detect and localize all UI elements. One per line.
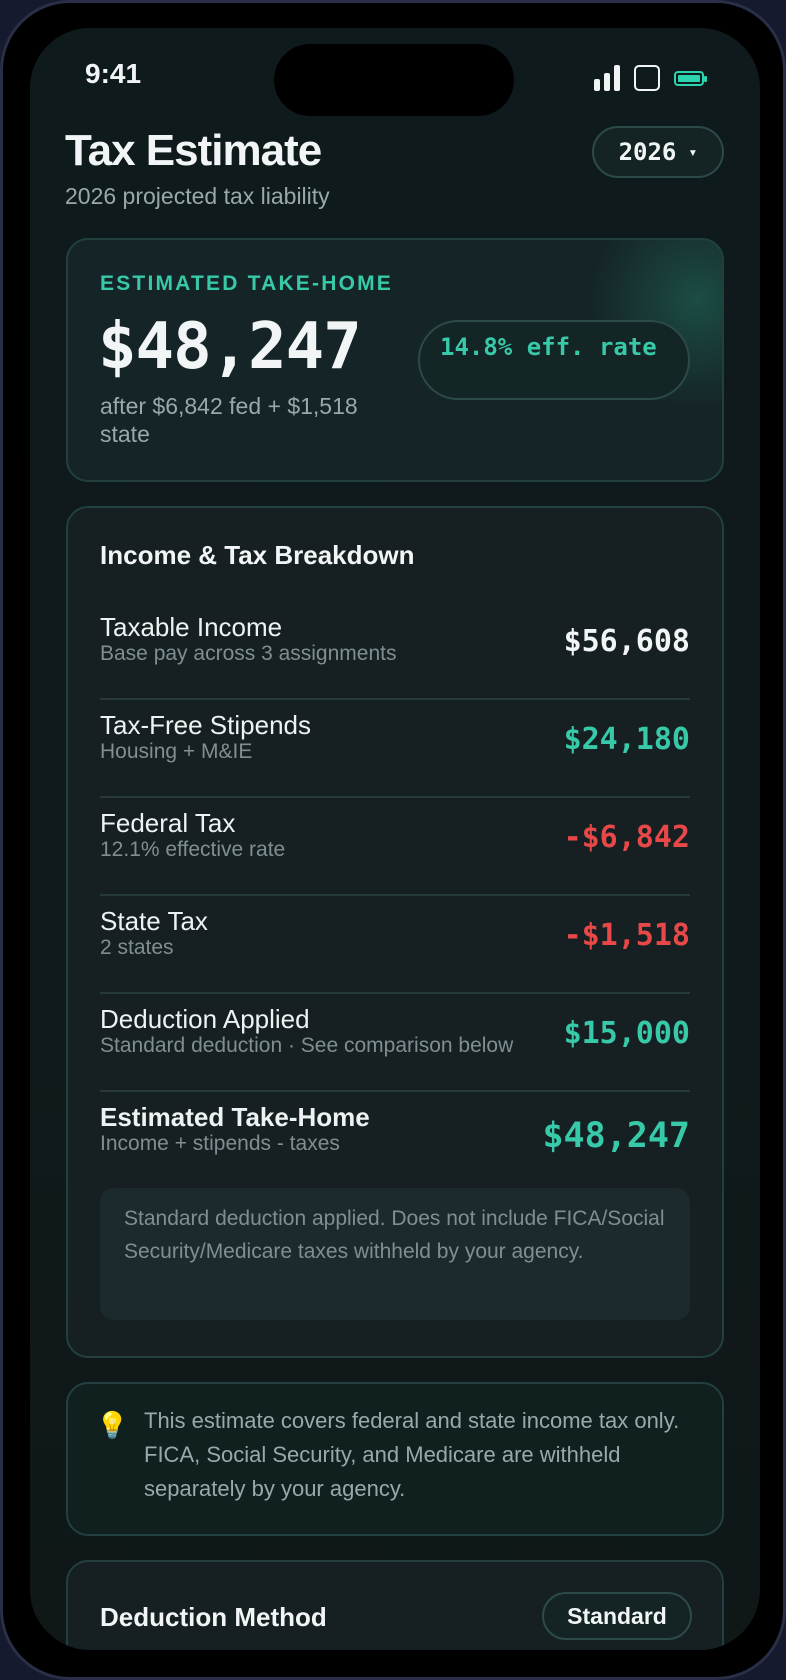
row-sublabel: Base pay across 3 assignments <box>100 642 397 665</box>
take-home-card: ESTIMATED TAKE-HOME $48,247 after $6,842… <box>66 238 724 482</box>
deduction-method-card: Deduction Method Standard <box>66 1560 724 1650</box>
table-row: Taxable Income Base pay across 3 assignm… <box>100 602 690 700</box>
row-value: $15,000 <box>563 1016 690 1051</box>
row-sublabel: 2 states <box>100 936 174 959</box>
row-sublabel: Income + stipends - taxes <box>100 1132 340 1155</box>
phone-frame: 9:41 Tax Estimate 2026 projected tax lia… <box>0 0 786 1680</box>
screen: 9:41 Tax Estimate 2026 projected tax lia… <box>30 28 760 1650</box>
year-selector[interactable]: 2026 ▾ <box>592 126 724 178</box>
take-home-value: $48,247 <box>98 310 362 384</box>
lightbulb-icon: 💡 <box>96 1410 129 1440</box>
row-sublabel: 12.1% effective rate <box>100 838 286 861</box>
take-home-note: after $6,842 fed + $1,518 state <box>100 393 358 447</box>
battery-icon <box>674 70 707 86</box>
row-value: $48,247 <box>542 1116 690 1156</box>
deduction-method-toggle[interactable]: Standard <box>542 1592 692 1640</box>
row-label: Tax-Free Stipends <box>100 710 311 740</box>
row-value: $24,180 <box>563 722 690 757</box>
breakdown-title: Income & Tax Breakdown <box>100 540 415 570</box>
year-label: 2026 <box>618 138 677 166</box>
row-value: $56,608 <box>563 624 690 659</box>
table-row-total: Estimated Take-Home Income + stipends - … <box>100 1092 690 1190</box>
row-label: Deduction Applied <box>100 1004 310 1034</box>
row-label: Estimated Take-Home <box>100 1102 370 1132</box>
row-value: -$1,518 <box>563 918 690 953</box>
row-label: Taxable Income <box>100 612 283 642</box>
table-row: State Tax 2 states -$1,518 <box>100 896 690 994</box>
chevron-down-icon: ▾ <box>688 143 698 161</box>
table-row: Deduction Applied Standard deduction · S… <box>100 994 690 1092</box>
page-title: Tax Estimate <box>65 126 322 175</box>
deduction-method-title: Deduction Method <box>100 1602 327 1632</box>
row-label: Federal Tax <box>100 808 236 838</box>
status-time: 9:41 <box>85 58 142 89</box>
table-row: Federal Tax 12.1% effective rate -$6,842 <box>100 798 690 896</box>
status-icons <box>594 62 707 94</box>
effective-rate-badge: 14.8% eff. rate <box>418 320 690 400</box>
signal-icon <box>594 65 620 91</box>
dynamic-island <box>274 44 514 116</box>
breakdown-card: Income & Tax Breakdown Taxable Income Ba… <box>66 506 724 1358</box>
wifi-icon <box>634 65 660 91</box>
info-text: This estimate covers federal and state i… <box>144 1408 680 1501</box>
take-home-label: ESTIMATED TAKE-HOME <box>100 272 394 295</box>
row-sublabel: Standard deduction · See comparison belo… <box>100 1034 514 1057</box>
disclaimer-note: Standard deduction applied. Does not inc… <box>100 1188 690 1320</box>
row-value: -$6,842 <box>563 820 690 855</box>
table-row: Tax-Free Stipends Housing + M&IE $24,180 <box>100 700 690 798</box>
row-label: State Tax <box>100 906 208 936</box>
row-sublabel: Housing + M&IE <box>100 740 253 763</box>
info-banner: 💡 This estimate covers federal and state… <box>66 1382 724 1536</box>
page-subtitle: 2026 projected tax liability <box>65 183 330 209</box>
